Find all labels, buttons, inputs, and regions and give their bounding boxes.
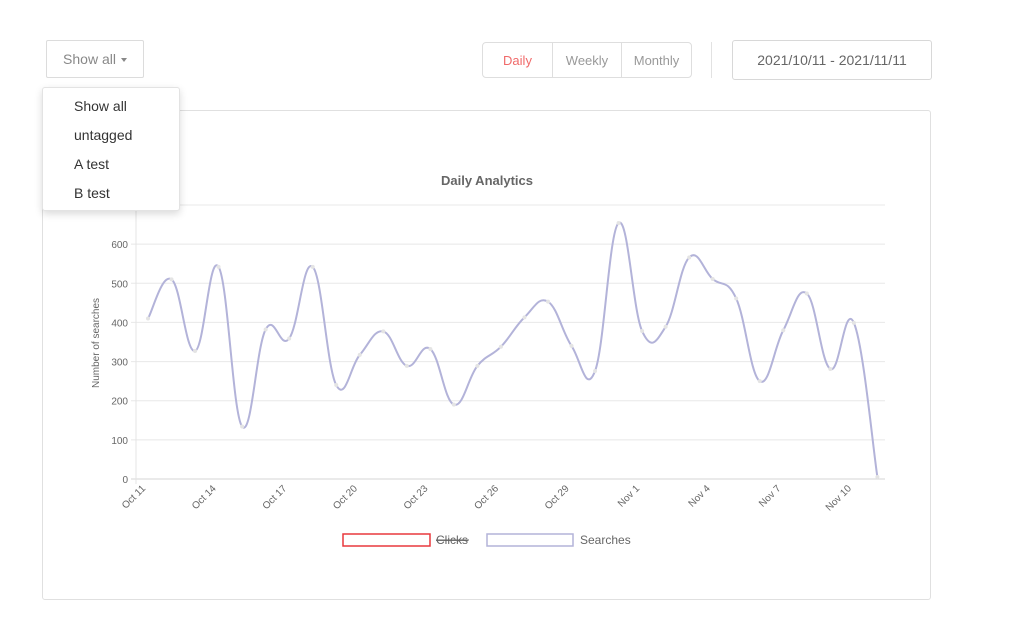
y-tick-label: 500 [111, 279, 128, 290]
searches-point[interactable] [146, 316, 150, 321]
y-tick-label: 200 [111, 397, 128, 408]
searches-point[interactable] [545, 299, 550, 304]
searches-line [147, 221, 879, 478]
x-tick-label: Nov 7 [757, 483, 784, 510]
searches-point[interactable] [475, 363, 480, 368]
x-tick-label: Oct 29 [543, 483, 572, 512]
legend-searches-swatch[interactable] [486, 533, 574, 547]
filter-option-show-all[interactable]: Show all [74, 98, 127, 114]
x-tick-label: Nov 10 [824, 483, 854, 513]
searches-point[interactable] [851, 320, 856, 325]
x-tick-label: Oct 11 [120, 483, 148, 511]
searches-point[interactable] [334, 383, 339, 388]
searches-point[interactable] [451, 402, 456, 407]
searches-point[interactable] [828, 367, 833, 372]
searches-point[interactable] [781, 328, 786, 333]
searches-point[interactable] [687, 255, 692, 260]
searches-point[interactable] [240, 424, 245, 429]
searches-point[interactable] [404, 363, 409, 368]
legend-clicks-swatch[interactable] [342, 533, 431, 547]
searches-point[interactable] [263, 327, 268, 332]
y-tick-label: 0 [122, 475, 128, 486]
y-axis-ticks: 0 100 200 300 400 500 600 [111, 240, 128, 486]
searches-point[interactable] [569, 343, 574, 348]
filter-option-b-test[interactable]: B test [74, 185, 110, 201]
filter-dropdown-menu: Show all untagged A test B test [42, 87, 180, 211]
searches-point[interactable] [216, 264, 221, 269]
searches-point[interactable] [875, 475, 880, 480]
searches-point[interactable] [498, 344, 503, 349]
grid-lines [131, 204, 885, 484]
y-tick-label: 300 [111, 358, 128, 369]
filter-option-a-test[interactable]: A test [74, 156, 109, 172]
y-axis-label: Number of searches [91, 298, 102, 388]
searches-point[interactable] [522, 315, 527, 320]
searches-point[interactable] [428, 347, 433, 352]
searches-point[interactable] [357, 352, 362, 357]
searches-point[interactable] [381, 329, 386, 334]
legend: Clicks Searches [342, 533, 631, 547]
chart-title: Daily Analytics [441, 173, 533, 188]
searches-point[interactable] [734, 296, 739, 301]
searches-point[interactable] [287, 336, 292, 341]
searches-point[interactable] [593, 368, 598, 373]
x-tick-label: Nov 4 [687, 483, 714, 510]
legend-searches-label[interactable]: Searches [580, 533, 631, 547]
y-tick-label: 400 [111, 318, 128, 329]
x-tick-label: Oct 17 [261, 483, 290, 512]
y-tick-label: 100 [111, 436, 128, 447]
filter-option-untagged[interactable]: untagged [74, 127, 132, 143]
searches-point[interactable] [310, 264, 315, 269]
x-tick-label: Oct 20 [331, 483, 360, 512]
searches-point[interactable] [710, 276, 715, 281]
searches-point[interactable] [193, 349, 198, 354]
x-tick-label: Oct 14 [190, 483, 219, 512]
searches-point[interactable] [804, 291, 809, 296]
searches-point[interactable] [616, 221, 621, 226]
x-tick-label: Nov 1 [616, 483, 643, 510]
searches-point[interactable] [663, 324, 668, 329]
x-axis-ticks: Oct 11 Oct 14 Oct 17 Oct 20 Oct 23 Oct 26 Oct … [120, 483, 854, 513]
searches-point[interactable] [640, 329, 645, 334]
y-tick-label: 600 [111, 240, 128, 251]
searches-point[interactable] [169, 277, 174, 282]
x-tick-label: Oct 23 [402, 483, 431, 512]
x-tick-label: Oct 26 [472, 483, 501, 512]
searches-point[interactable] [757, 379, 762, 384]
